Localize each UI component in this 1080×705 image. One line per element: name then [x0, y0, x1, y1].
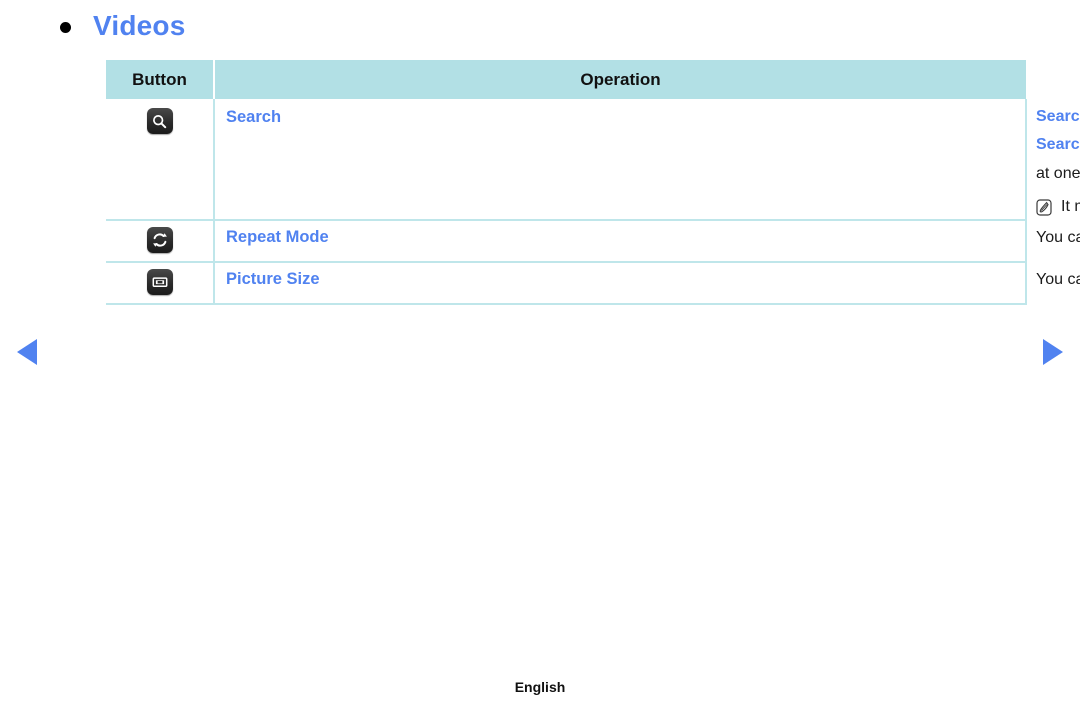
table-row: Search Search Titles: You can move the o…	[106, 99, 1080, 221]
picture-size-icon[interactable]	[146, 269, 173, 295]
row-button-icon-cell	[106, 99, 215, 221]
bullet-dot-icon	[60, 22, 71, 33]
row-button-icon-cell	[106, 262, 215, 305]
next-page-button[interactable]	[1043, 339, 1063, 365]
row-label-picture-size: Picture Size	[226, 270, 320, 288]
row-button-icon-cell	[106, 220, 215, 263]
description-keyword: Search Time Bar	[1036, 136, 1080, 154]
table-header-row: Button Operation	[106, 60, 1026, 99]
button-operation-table: Button Operation Search Searc Searc at o…	[106, 60, 1080, 305]
page-title-text: Videos	[93, 10, 186, 41]
previous-page-button[interactable]	[17, 339, 37, 365]
table-row: Picture Size You can adjust the picture …	[106, 262, 1080, 305]
row-name-cell: Picture Size	[214, 262, 1027, 305]
column-header-button: Button	[106, 60, 215, 99]
row-label-repeat-mode: Repeat Mode	[226, 228, 329, 246]
samsung-note-icon	[1036, 199, 1052, 217]
page-title: Videos	[60, 12, 186, 40]
column-header-operation: Operation	[214, 60, 1026, 99]
footer-language-label: English	[514, 679, 566, 695]
row-name-cell: Search	[214, 99, 1027, 221]
row-name-cell: Repeat Mode	[214, 220, 1027, 263]
description-keyword: Search Titles	[1036, 108, 1080, 125]
search-icon[interactable]	[146, 108, 173, 134]
repeat-icon[interactable]	[146, 227, 173, 253]
table-row: Repeat Mode You can play movie files rep…	[106, 220, 1080, 263]
note-text: It may not be supported depending on the…	[1061, 198, 1080, 216]
row-label-search: Search	[226, 108, 282, 126]
